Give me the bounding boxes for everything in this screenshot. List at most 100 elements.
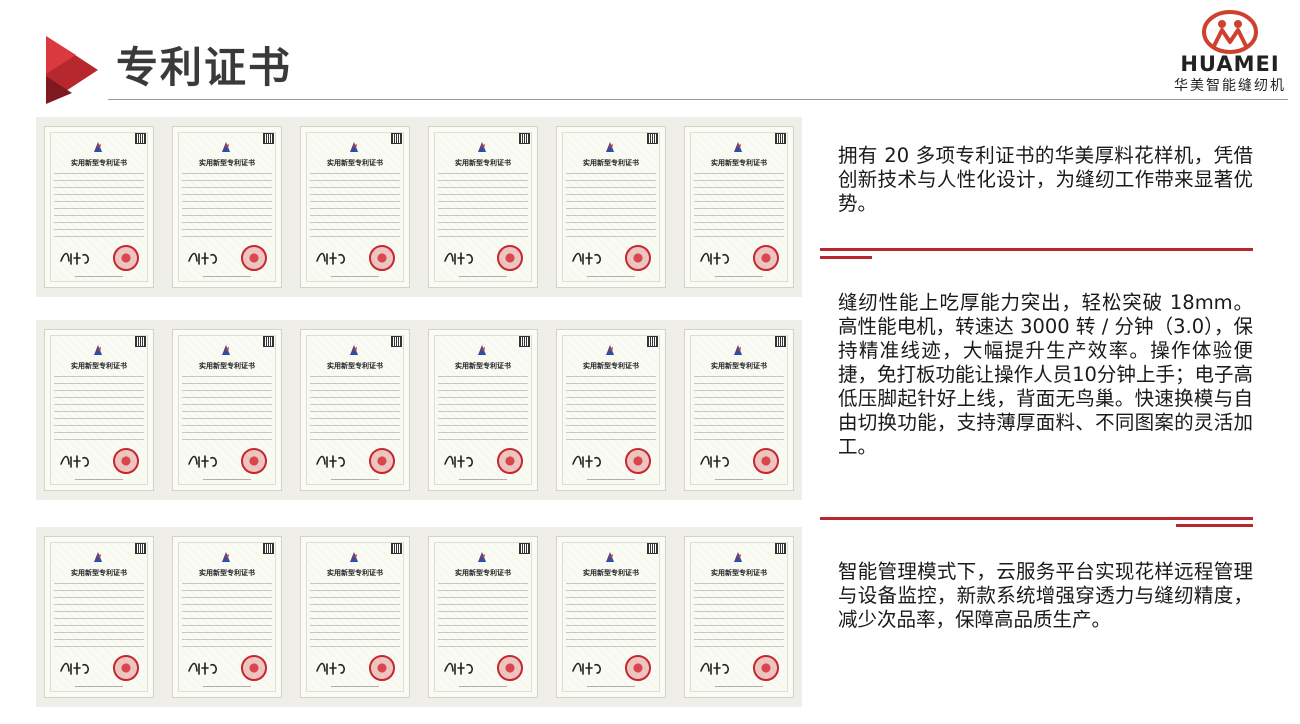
qr-code-icon <box>391 133 402 144</box>
official-seal-icon <box>369 448 395 474</box>
certificate-row-2: 实用新型专利证书 实用新型专利证书 实用新型专利证书 实用新型专利证书 实用新型专利证书… <box>36 320 802 500</box>
certificate-footer-line <box>203 686 251 687</box>
patent-emblem-icon <box>222 345 230 355</box>
certificate-text-lines <box>694 173 784 243</box>
official-seal-icon <box>113 245 139 271</box>
official-seal-icon <box>625 655 651 681</box>
certificate-text-lines <box>54 583 144 653</box>
certificate-text-lines <box>694 376 784 446</box>
patent-emblem-icon <box>222 142 230 152</box>
signature-icon <box>700 455 729 468</box>
qr-code-icon <box>263 133 274 144</box>
signature-icon <box>316 252 345 265</box>
patent-emblem-icon <box>606 142 614 152</box>
signature-icon <box>572 252 601 265</box>
patent-certificate: 实用新型专利证书 <box>300 536 410 698</box>
certificate-text-lines <box>310 583 400 653</box>
certificate-text-lines <box>566 173 656 243</box>
patent-emblem-icon <box>478 345 486 355</box>
qr-code-icon <box>135 133 146 144</box>
patent-emblem-icon <box>222 552 230 562</box>
official-seal-icon <box>497 448 523 474</box>
section-divider-accent <box>820 256 872 259</box>
patent-emblem-icon <box>350 552 358 562</box>
signature-icon <box>572 662 601 675</box>
signature-icon <box>60 662 89 675</box>
patent-certificate: 实用新型专利证书 <box>556 536 666 698</box>
official-seal-icon <box>241 245 267 271</box>
certificate-footer-line <box>715 479 763 480</box>
logo-english-name: HUAMEI <box>1180 52 1280 76</box>
certificate-text-lines <box>694 583 784 653</box>
qr-code-icon <box>263 543 274 554</box>
certificate-title: 实用新型专利证书 <box>711 158 767 167</box>
certificate-text-lines <box>438 583 528 653</box>
official-seal-icon <box>753 655 779 681</box>
signature-icon <box>60 252 89 265</box>
certificate-footer-line <box>587 276 635 277</box>
signature-icon <box>444 662 473 675</box>
huamei-logo-icon <box>1202 10 1258 54</box>
patent-certificate: 实用新型专利证书 <box>428 329 538 491</box>
certificate-text-lines <box>54 173 144 243</box>
qr-code-icon <box>519 133 530 144</box>
patent-certificate: 实用新型专利证书 <box>44 329 154 491</box>
official-seal-icon <box>369 245 395 271</box>
certificate-text-lines <box>438 376 528 446</box>
official-seal-icon <box>625 245 651 271</box>
qr-code-icon <box>647 336 658 347</box>
certificate-title: 实用新型专利证书 <box>455 361 511 370</box>
patent-emblem-icon <box>478 142 486 152</box>
signature-icon <box>444 252 473 265</box>
official-seal-icon <box>113 655 139 681</box>
official-seal-icon <box>753 245 779 271</box>
certificate-title: 实用新型专利证书 <box>199 361 255 370</box>
patent-emblem-icon <box>350 142 358 152</box>
certificate-footer-line <box>459 686 507 687</box>
certificate-footer-line <box>715 276 763 277</box>
qr-code-icon <box>647 133 658 144</box>
patent-emblem-icon <box>734 552 742 562</box>
certificate-title: 实用新型专利证书 <box>583 361 639 370</box>
certificate-text-lines <box>438 173 528 243</box>
patent-emblem-icon <box>734 142 742 152</box>
certificate-footer-line <box>459 479 507 480</box>
patent-certificate: 实用新型专利证书 <box>172 329 282 491</box>
patent-certificate: 实用新型专利证书 <box>684 329 794 491</box>
patent-certificate: 实用新型专利证书 <box>172 126 282 288</box>
certificate-title: 实用新型专利证书 <box>711 568 767 577</box>
qr-code-icon <box>647 543 658 554</box>
signature-icon <box>572 455 601 468</box>
certificate-footer-line <box>331 276 379 277</box>
patent-emblem-icon <box>94 142 102 152</box>
certificate-footer-line <box>715 686 763 687</box>
official-seal-icon <box>497 655 523 681</box>
patent-emblem-icon <box>94 552 102 562</box>
patent-certificate: 实用新型专利证书 <box>684 536 794 698</box>
certificate-row-1: 实用新型专利证书 实用新型专利证书 实用新型专利证书 实用新型专利证书 实用新型专利证书… <box>36 117 802 297</box>
logo-chinese-name: 华美智能缝纫机 <box>1174 78 1286 94</box>
title-triangle-icon <box>46 36 98 104</box>
signature-icon <box>316 662 345 675</box>
official-seal-icon <box>625 448 651 474</box>
intro-paragraph: 拥有 20 多项专利证书的华美厚料花样机，凭借创新技术与人性化设计，为缝纫工作带… <box>838 144 1253 215</box>
certificate-title: 实用新型专利证书 <box>583 568 639 577</box>
patent-emblem-icon <box>478 552 486 562</box>
patent-certificate: 实用新型专利证书 <box>44 536 154 698</box>
header-divider <box>108 99 1288 100</box>
patent-emblem-icon <box>606 345 614 355</box>
certificate-footer-line <box>203 479 251 480</box>
official-seal-icon <box>753 448 779 474</box>
qr-code-icon <box>775 543 786 554</box>
section-divider <box>820 517 1253 520</box>
official-seal-icon <box>369 655 395 681</box>
certificate-footer-line <box>331 686 379 687</box>
patent-emblem-icon <box>734 345 742 355</box>
signature-icon <box>60 455 89 468</box>
signature-icon <box>188 662 217 675</box>
certificate-footer-line <box>331 479 379 480</box>
certificate-title: 实用新型专利证书 <box>71 568 127 577</box>
certificate-footer-line <box>587 479 635 480</box>
certificate-text-lines <box>310 173 400 243</box>
certificate-title: 实用新型专利证书 <box>327 158 383 167</box>
